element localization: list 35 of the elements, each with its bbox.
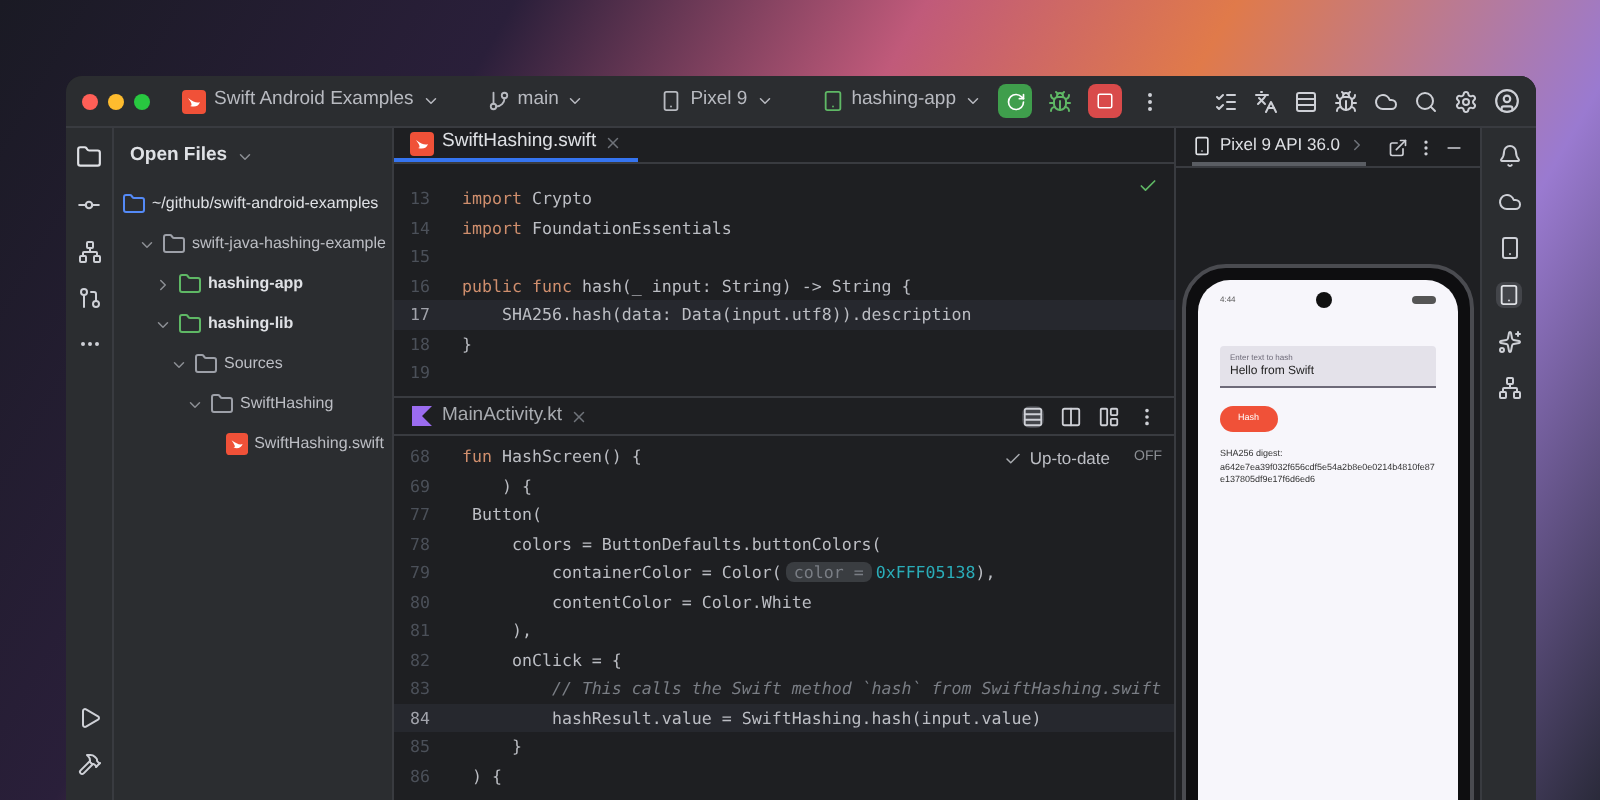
code-line: onClick = {: [509, 647, 622, 672]
code-line: import Crypto: [462, 186, 592, 211]
code-line: import FoundationEssentials: [462, 215, 732, 240]
code-line: ) {: [499, 473, 532, 498]
code-line: }: [462, 331, 472, 356]
code-line: public func hash(_ input: String) -> String {: [462, 273, 912, 298]
code-line: fun HashScreen() {: [462, 444, 642, 469]
device-selector[interactable]: Pixel 9: [660, 86, 774, 116]
code-line: }: [509, 734, 522, 759]
code-line: contentColor = Color.White: [549, 589, 812, 614]
code-line: ) {: [469, 763, 502, 788]
tree-item-label[interactable]: swift-java-hashing-example: [192, 232, 386, 256]
editor-tab[interactable]: SwiftHashing.swift: [394, 128, 639, 162]
code-line: // This calls the Swift method `hash` from SwiftHashing.swift: [549, 676, 1162, 701]
tree-item-label[interactable]: hashing-app: [208, 272, 304, 296]
code-line: SHA256.hash(data: Data(input.utf8)).description: [499, 302, 972, 327]
run-config-selector[interactable]: hashing-app: [821, 86, 982, 116]
code-line: Button(: [469, 502, 542, 527]
tree-item-label[interactable]: SwiftHashing.swift: [254, 432, 384, 456]
preview-status: Up-to-date: [1029, 446, 1110, 472]
device-tab[interactable]: Pixel 9 API 36.0: [1192, 128, 1367, 166]
tree-item-label[interactable]: hashing-lib: [208, 312, 294, 336]
tree-item-label[interactable]: Sources: [224, 352, 283, 376]
editor-tab[interactable]: MainActivity.kt: [394, 398, 605, 434]
line-number: 84: [408, 705, 432, 730]
code-line: colors = ButtonDefaults.buttonColors(: [509, 531, 882, 556]
panel-title[interactable]: Open Files: [130, 141, 228, 171]
code-line: hashResult.value = SwiftHashing.hash(input.value): [549, 705, 1042, 730]
code-line: ),: [509, 618, 532, 643]
tree-item-label[interactable]: ~/github/swift-android-examples: [152, 192, 379, 216]
project-selector[interactable]: Swift Android Examples: [182, 86, 440, 116]
tree-item-label[interactable]: SwiftHashing: [240, 392, 334, 416]
code-line: containerColor = Color( color = 0xFFF05138),: [549, 560, 996, 585]
branch-selector[interactable]: main: [487, 86, 585, 116]
line-number: 17: [408, 302, 432, 327]
